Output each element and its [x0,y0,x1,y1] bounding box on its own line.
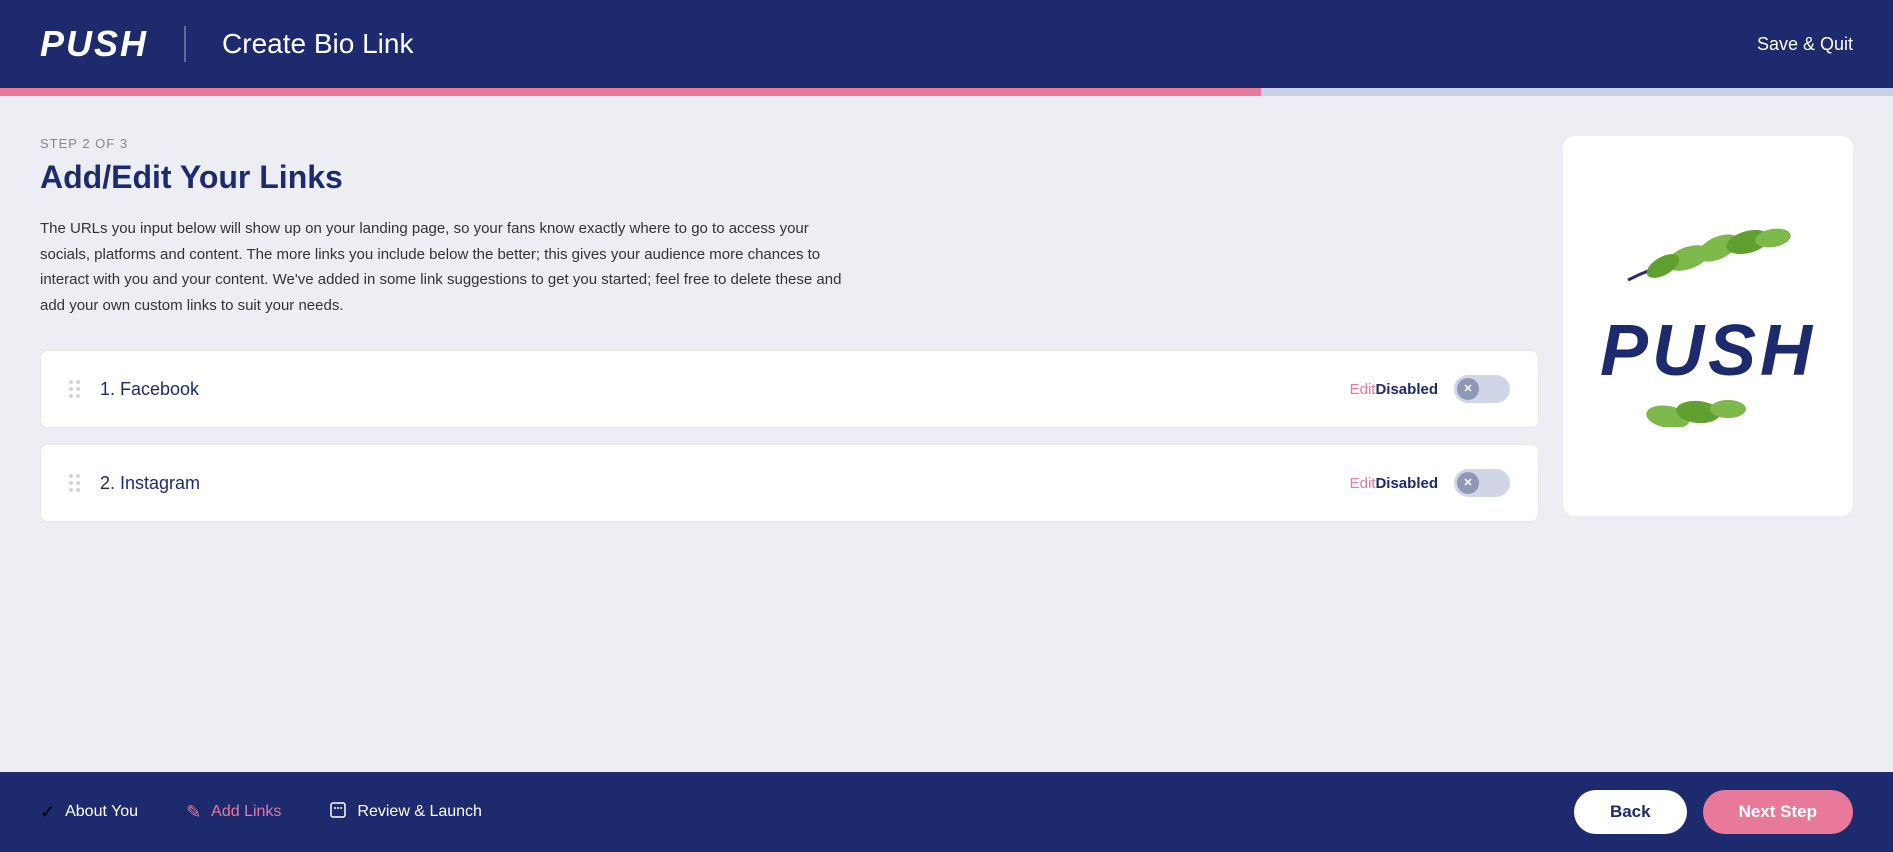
drag-dot [69,387,73,391]
toggle-x-icon-2: ✕ [1463,478,1472,489]
drag-dot [69,394,73,398]
preview-bottom-leaves [1600,387,1816,432]
drag-dot [76,394,80,398]
link-item-1: 1. Facebook Edit Disabled ✕ [40,350,1539,428]
drag-dot [76,380,80,384]
link-right-1: Disabled ✕ [1375,375,1510,403]
logo-area: PUSH Create Bio Link [40,23,413,65]
link-name-1: 1. Facebook [100,379,1334,400]
left-panel: STEP 2 OF 3 Add/Edit Your Links The URLs… [40,136,1539,772]
drag-dot [76,481,80,485]
review-label: Review & Launch [357,803,482,821]
drag-handle-2[interactable] [69,474,80,492]
logo: PUSH [40,23,148,65]
page-title: Add/Edit Your Links [40,159,1539,196]
preview-panel: PUSH [1563,136,1853,516]
leaf-decoration [1600,220,1816,305]
header: PUSH Create Bio Link Save & Quit [0,0,1893,88]
drag-dot [76,488,80,492]
header-title: Create Bio Link [222,28,413,60]
add-links-label: Add Links [211,803,281,821]
save-quit-button[interactable]: Save & Quit [1757,34,1853,55]
progress-bar-container [0,88,1893,96]
toggle-1[interactable]: ✕ [1454,375,1510,403]
next-step-button[interactable]: Next Step [1703,790,1853,834]
about-you-label: About You [65,803,138,821]
drag-handle-1[interactable] [69,380,80,398]
footer-steps: ✓ About You ✎ Add Links Review & Launch [40,801,1574,824]
about-you-icon: ✓ [40,802,55,823]
link-status-2: Disabled [1375,475,1438,492]
drag-dot [69,481,73,485]
description-text: The URLs you input below will show up on… [40,216,860,318]
add-links-icon: ✎ [186,802,201,823]
link-item-2: 2. Instagram Edit Disabled ✕ [40,444,1539,522]
preview-content: PUSH [1600,220,1816,432]
header-divider [184,26,186,62]
drag-dot [76,387,80,391]
toggle-x-icon-1: ✕ [1463,384,1472,395]
main-content: STEP 2 OF 3 Add/Edit Your Links The URLs… [0,96,1893,772]
drag-dot [69,488,73,492]
link-status-1: Disabled [1375,381,1438,398]
step-label: STEP 2 OF 3 [40,136,1539,151]
toggle-knob-1: ✕ [1457,378,1479,400]
footer-step-add-links[interactable]: ✎ Add Links [186,801,281,824]
back-button[interactable]: Back [1574,790,1687,834]
footer-step-about-you[interactable]: ✓ About You [40,801,138,824]
edit-link-2[interactable]: Edit [1350,475,1376,492]
edit-link-1[interactable]: Edit [1350,381,1376,398]
drag-dot [69,380,73,384]
bottom-leaf-svg [1608,387,1808,427]
drag-dot [69,474,73,478]
drag-dot [76,474,80,478]
progress-bar-fill [0,88,1261,96]
toggle-knob-2: ✕ [1457,472,1479,494]
footer: ✓ About You ✎ Add Links Review & Launch … [0,772,1893,852]
review-icon [329,801,347,824]
link-name-2: 2. Instagram [100,473,1334,494]
link-right-2: Disabled ✕ [1375,469,1510,497]
leaf-svg [1608,220,1808,300]
preview-brand-text: PUSH [1600,315,1816,387]
footer-step-review[interactable]: Review & Launch [329,801,482,824]
toggle-2[interactable]: ✕ [1454,469,1510,497]
footer-actions: Back Next Step [1574,790,1853,834]
